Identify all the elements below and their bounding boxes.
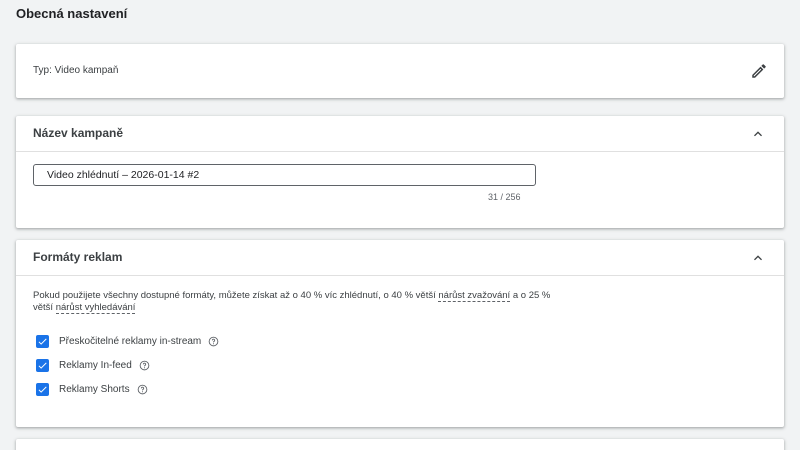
consideration-lift-link[interactable]: nárůst zvažování [438, 290, 511, 302]
help-icon[interactable] [139, 360, 150, 371]
option-label: Reklamy In-feed [59, 359, 132, 371]
pencil-icon[interactable] [750, 62, 768, 80]
desc-text-1: Pokud použijete všechny dostupné formáty… [33, 290, 439, 301]
search-lift-link[interactable]: nárůst vyhledávání [55, 302, 136, 314]
char-counter: 31 / 256 [488, 192, 521, 202]
campaign-name-input[interactable] [33, 164, 536, 186]
checkmark-icon [38, 338, 47, 345]
campaign-type-label: Typ: Video kampaň [33, 65, 119, 76]
option-label: Přeskočitelné reklamy in-stream [59, 335, 202, 347]
campaign-name-card: Název kampaně 31 / 256 [16, 116, 784, 228]
campaign-type-card: Typ: Video kampaň [16, 44, 784, 98]
checkbox-shorts[interactable] [36, 382, 49, 396]
checkbox-infeed[interactable] [36, 358, 49, 372]
campaign-name-header[interactable]: Název kampaně [16, 116, 784, 152]
next-settings-card [16, 439, 784, 450]
chevron-up-icon[interactable] [750, 126, 766, 142]
ad-formats-card: Formáty reklam Pokud použijete všechny d… [16, 240, 784, 427]
help-icon[interactable] [208, 336, 219, 347]
ad-formats-title: Formáty reklam [33, 250, 123, 264]
format-option-shorts[interactable]: Reklamy Shorts [36, 382, 148, 396]
option-label: Reklamy Shorts [59, 383, 130, 395]
chevron-up-icon[interactable] [750, 250, 766, 266]
checkmark-icon [38, 362, 47, 369]
help-icon[interactable] [137, 384, 148, 395]
format-option-infeed[interactable]: Reklamy In-feed [36, 358, 150, 372]
checkmark-icon [38, 386, 47, 393]
ad-formats-description: Pokud použijete všechny dostupné formáty… [33, 290, 553, 314]
campaign-name-title: Název kampaně [33, 126, 124, 140]
checkbox-instream[interactable] [36, 334, 49, 348]
ad-formats-header[interactable]: Formáty reklam [16, 240, 784, 276]
format-option-instream[interactable]: Přeskočitelné reklamy in-stream [36, 334, 219, 348]
section-title: Obecná nastavení [16, 6, 128, 21]
